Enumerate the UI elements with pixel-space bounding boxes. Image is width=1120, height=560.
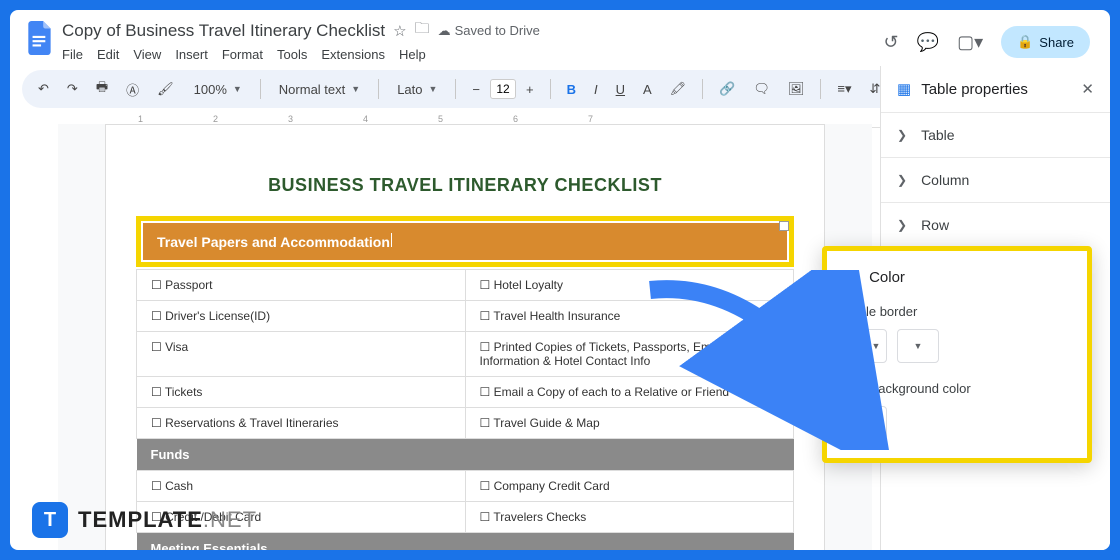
chevron-right-icon: ❯ — [897, 128, 907, 142]
menu-extensions[interactable]: Extensions — [321, 47, 385, 62]
chevron-right-icon: ❯ — [897, 173, 907, 187]
table-cell[interactable]: Reservations & Travel Itineraries — [137, 408, 466, 439]
table-cell[interactable]: Hotel Loyalty — [465, 270, 794, 301]
table-cell[interactable]: Email a Copy of each to a Relative or Fr… — [465, 377, 794, 408]
panel-section-row[interactable]: ❯Row — [881, 202, 1110, 247]
table-cell[interactable]: Company Credit Card — [465, 471, 794, 502]
menu-help[interactable]: Help — [399, 47, 426, 62]
comments-icon[interactable]: 💬 — [917, 32, 939, 53]
section-header-funds[interactable]: Funds — [137, 439, 794, 470]
redo-button[interactable]: ↷ — [61, 77, 84, 101]
cell-bg-label: Cell background color — [845, 381, 1069, 396]
menu-view[interactable]: View — [133, 47, 161, 62]
link-button[interactable]: 🔗 — [713, 77, 741, 101]
table-border-label: Table border — [845, 304, 1069, 319]
document-heading[interactable]: BUSINESS TRAVEL ITINERARY CHECKLIST — [136, 175, 794, 196]
table-cell[interactable]: Travel Guide & Map — [465, 408, 794, 439]
italic-button[interactable]: I — [588, 78, 604, 101]
table-cell[interactable]: Travel Health Insurance — [465, 301, 794, 332]
document-title[interactable]: Copy of Business Travel Itinerary Checkl… — [62, 21, 385, 41]
table-cell[interactable]: Visa — [137, 332, 466, 377]
undo-button[interactable]: ↶ — [32, 77, 55, 101]
border-width-picker[interactable]: ▼ — [897, 329, 939, 363]
docs-logo[interactable] — [22, 20, 58, 56]
star-icon[interactable]: ☆ — [393, 22, 406, 40]
table-cell[interactable]: Passport — [137, 270, 466, 301]
border-color-picker[interactable]: ▼ — [845, 329, 887, 363]
align-button[interactable]: ≡▾ — [831, 77, 857, 101]
color-section-popout: ❯ Color Table border ▼ ▼ Cell background… — [822, 246, 1092, 463]
lock-icon: 🔒 — [1017, 34, 1033, 50]
font-size-increase[interactable]: + — [520, 78, 540, 101]
highlighted-cell: Travel Papers and Accommodation — [136, 216, 794, 267]
underline-button[interactable]: U — [610, 78, 631, 101]
highlight-button[interactable]: 🖍 — [664, 77, 693, 101]
comment-button[interactable]: 🗨 — [747, 77, 776, 101]
cell-handle[interactable] — [779, 221, 789, 231]
share-button[interactable]: 🔒 Share — [1001, 26, 1090, 58]
panel-section-table[interactable]: ❯Table — [881, 112, 1110, 157]
cell-bg-color-picker[interactable]: ▼ — [845, 406, 887, 440]
menu-file[interactable]: File — [62, 47, 83, 62]
image-button[interactable]: 🖼 — [782, 77, 811, 101]
move-icon[interactable]: 🗀 — [415, 18, 430, 43]
panel-section-column[interactable]: ❯Column — [881, 157, 1110, 202]
table-cell[interactable]: Printed Copies of Tickets, Passports, Em… — [465, 332, 794, 377]
watermark-icon: T — [32, 502, 68, 538]
panel-title: Table properties — [921, 81, 1028, 98]
menu-insert[interactable]: Insert — [175, 47, 208, 62]
zoom-select[interactable]: 100%▼ — [186, 78, 250, 101]
table-icon: ▦ — [897, 80, 911, 98]
menu-format[interactable]: Format — [222, 47, 263, 62]
paint-format-button[interactable]: 🖌 — [151, 77, 180, 101]
menu-edit[interactable]: Edit — [97, 47, 119, 62]
meet-icon[interactable]: ▢▾ — [957, 32, 983, 53]
font-size-input[interactable] — [490, 79, 516, 99]
font-size-decrease[interactable]: − — [466, 78, 486, 101]
save-status: ☁ Saved to Drive — [438, 23, 540, 39]
close-panel-button[interactable]: ✕ — [1081, 80, 1094, 98]
table-cell[interactable]: Cash — [137, 471, 466, 502]
spellcheck-button[interactable]: Ⓐ — [120, 76, 145, 103]
chevron-down-icon: ❯ — [843, 272, 857, 282]
table-cell[interactable]: Tickets — [137, 377, 466, 408]
history-icon[interactable]: ↺ — [884, 32, 899, 53]
font-select[interactable]: Lato▼ — [389, 78, 445, 101]
section-header-travel-papers[interactable]: Travel Papers and Accommodation — [143, 223, 787, 260]
chevron-right-icon: ❯ — [897, 218, 907, 232]
cloud-icon: ☁ — [438, 23, 451, 39]
text-color-button[interactable]: A — [637, 78, 658, 101]
document-canvas[interactable]: BUSINESS TRAVEL ITINERARY CHECKLIST Trav… — [58, 124, 872, 550]
print-button[interactable]: 🖶 — [90, 74, 114, 104]
watermark: T TEMPLATE.NET — [32, 502, 257, 538]
bold-button[interactable]: B — [561, 78, 582, 101]
table-cell[interactable]: Travelers Checks — [465, 502, 794, 533]
menu-bar: File Edit View Insert Format Tools Exten… — [62, 43, 884, 62]
table-cell[interactable]: Driver's License(ID) — [137, 301, 466, 332]
panel-section-color[interactable]: ❯ Color — [845, 269, 1069, 286]
menu-tools[interactable]: Tools — [277, 47, 307, 62]
style-select[interactable]: Normal text▼ — [271, 78, 368, 101]
